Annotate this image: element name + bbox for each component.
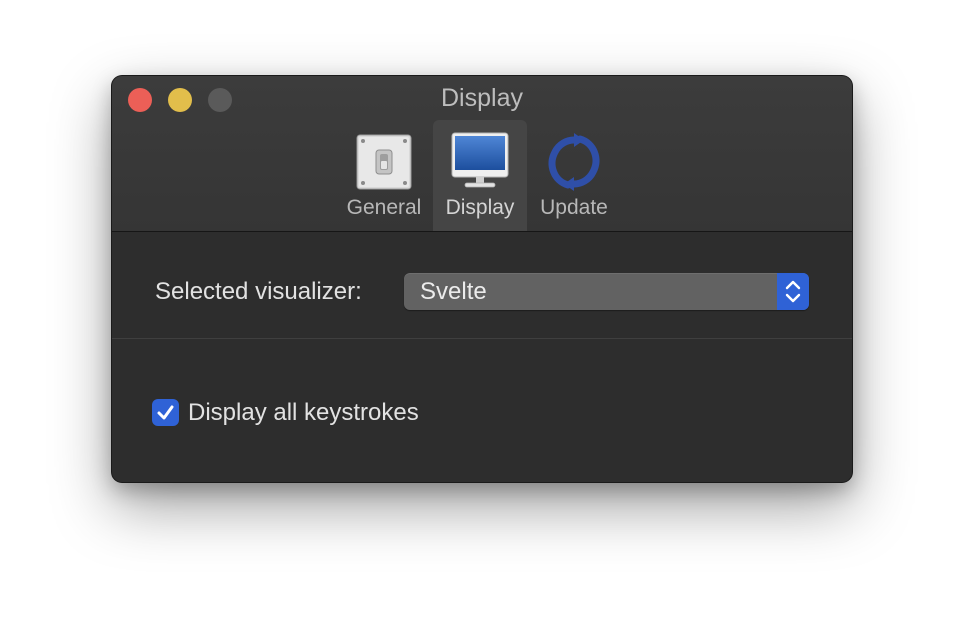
chevron-up-down-icon	[785, 280, 801, 303]
preferences-window: Display General Display Update Selected …	[112, 76, 852, 482]
tab-update[interactable]: Update	[527, 120, 621, 231]
window-toolbar: Display General Display Update	[112, 76, 852, 232]
monitor-icon	[451, 132, 509, 188]
general-switch-icon	[356, 134, 412, 190]
tab-display[interactable]: Display	[433, 120, 527, 231]
visualizer-label: Selected visualizer:	[155, 278, 362, 305]
tab-update-label: Update	[540, 196, 608, 219]
keystrokes-section: Display all keystrokes	[112, 339, 852, 482]
tab-display-label: Display	[445, 196, 515, 219]
tab-general-label: General	[346, 196, 422, 219]
refresh-icon	[548, 133, 600, 191]
visualizer-section: Selected visualizer: Svelte	[112, 232, 852, 339]
keystrokes-label[interactable]: Display all keystrokes	[188, 399, 419, 427]
visualizer-popup-button[interactable]: Svelte	[404, 273, 809, 310]
keystrokes-checkbox[interactable]	[152, 399, 179, 426]
tab-general[interactable]: General	[336, 120, 432, 231]
desktop-stage: Display General Display Update Selected …	[0, 0, 964, 630]
window-title: Display	[441, 84, 523, 112]
visualizer-value: Svelte	[420, 278, 487, 305]
checkmark-icon	[157, 405, 174, 420]
popup-arrows[interactable]	[777, 273, 809, 310]
